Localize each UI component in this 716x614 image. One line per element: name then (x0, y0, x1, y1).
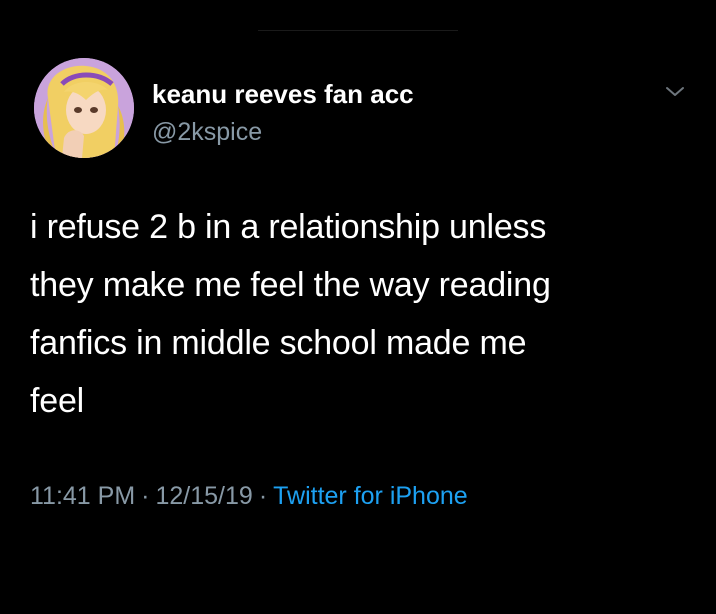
tweet-meta: 11:41 PM · 12/15/19 · Twitter for iPhone (30, 480, 468, 512)
tweet-text-line: fanfics in middle school made me (30, 324, 527, 362)
tweet: keanu reeves fan acc @2kspice i refuse 2… (0, 0, 716, 614)
tweet-text: i refuse 2 b in a relationship unless th… (30, 198, 690, 430)
tweet-time[interactable]: 11:41 PM (30, 482, 135, 510)
tweet-source-link[interactable]: Twitter for iPhone (273, 482, 468, 510)
tweet-date[interactable]: 12/15/19 (155, 482, 252, 510)
avatar-image (34, 58, 134, 158)
author-handle[interactable]: @2kspice (152, 117, 262, 147)
author-display-name[interactable]: keanu reeves fan acc (152, 78, 414, 110)
tweet-text-line: they make me feel the way reading (30, 266, 551, 304)
chevron-down-icon-svg (666, 87, 684, 96)
top-divider (258, 30, 458, 31)
avatar[interactable] (34, 58, 134, 158)
tweet-text-line: feel (30, 382, 85, 420)
chevron-down-icon[interactable] (663, 80, 687, 104)
tweet-text-line: i refuse 2 b in a relationship unless (30, 208, 547, 246)
meta-separator: · (258, 482, 268, 510)
meta-separator: · (141, 482, 150, 510)
